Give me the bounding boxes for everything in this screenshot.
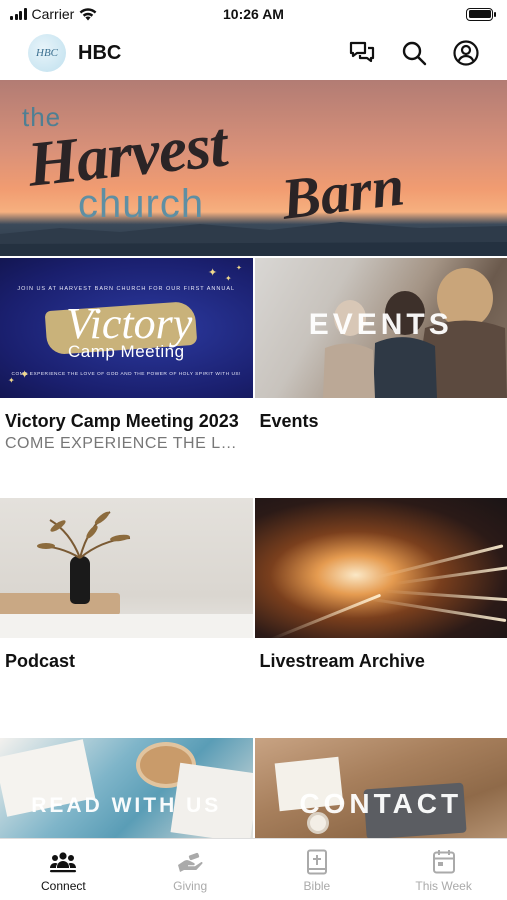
star-icon: ✦ bbox=[225, 274, 232, 283]
grid-row: JOIN US AT HARVEST BARN CHURCH FOR OUR F… bbox=[0, 258, 507, 498]
tile-title: Events bbox=[259, 411, 319, 431]
app-header: HBC HBC bbox=[0, 28, 507, 78]
status-bar: Carrier 10:26 AM bbox=[0, 0, 507, 28]
search-icon[interactable] bbox=[399, 38, 429, 68]
mountain-silhouette bbox=[0, 222, 507, 256]
light-streak bbox=[365, 596, 506, 623]
wifi-icon bbox=[79, 7, 97, 20]
star-icon: ✦ bbox=[20, 369, 30, 381]
tile-title: Victory Camp Meeting 2023 bbox=[5, 411, 239, 431]
calendar-icon bbox=[432, 850, 455, 874]
battery-icon bbox=[466, 7, 496, 21]
read-with-us-overlay-text: READ WITH US bbox=[31, 794, 222, 817]
wooden-shelf bbox=[0, 593, 120, 615]
bible-icon bbox=[306, 849, 327, 875]
table-surface bbox=[0, 614, 253, 638]
flyer-top-text: JOIN US AT HARVEST BARN CHURCH FOR OUR F… bbox=[17, 286, 236, 292]
app-title: HBC bbox=[78, 41, 122, 64]
plant-leaves bbox=[37, 511, 131, 559]
events-image: EVENTS bbox=[254, 258, 507, 398]
tab-label: Giving bbox=[173, 879, 208, 893]
light-streak bbox=[376, 544, 503, 579]
tile-contact[interactable]: CONTACT bbox=[254, 738, 507, 842]
signal-icon bbox=[10, 8, 27, 20]
tile-title: Podcast bbox=[5, 651, 76, 671]
events-overlay-text: EVENTS bbox=[308, 308, 453, 341]
star-icon: ✦ bbox=[8, 376, 15, 385]
grid-row: READ WITH US CONTACT bbox=[0, 738, 507, 842]
tab-this-week[interactable]: This Week bbox=[380, 839, 507, 900]
tile-title: Livestream Archive bbox=[259, 651, 425, 671]
tab-label: This Week bbox=[415, 879, 472, 893]
tile-read-with-us[interactable]: READ WITH US bbox=[0, 738, 253, 842]
church-banner: the Harvest church Barn bbox=[0, 80, 507, 256]
tile-subtitle: COME EXPERIENCE THE LOV... bbox=[5, 435, 253, 452]
light-streak bbox=[384, 589, 507, 602]
giving-hand-icon bbox=[178, 852, 203, 872]
contact-image: CONTACT bbox=[254, 738, 507, 842]
tab-giving[interactable]: Giving bbox=[127, 839, 254, 900]
content-grid: JOIN US AT HARVEST BARN CHURCH FOR OUR F… bbox=[0, 258, 507, 842]
bottom-tab-bar: Connect Giving Bible This Week bbox=[0, 838, 507, 900]
grid-row: Podcast Livestream Archive bbox=[0, 498, 507, 738]
church-logo[interactable]: HBC bbox=[28, 34, 66, 72]
tab-label: Bible bbox=[303, 879, 331, 893]
logo-text: HBC bbox=[36, 47, 58, 59]
tile-podcast[interactable]: Podcast bbox=[0, 498, 253, 738]
account-icon[interactable] bbox=[451, 38, 481, 68]
header-actions bbox=[347, 38, 481, 68]
tile-events[interactable]: EVENTS Events bbox=[254, 258, 507, 498]
messages-icon[interactable] bbox=[347, 38, 377, 68]
star-icon: ✦ bbox=[236, 265, 242, 272]
banner-church-text: church bbox=[78, 182, 205, 226]
tab-connect[interactable]: Connect bbox=[0, 839, 127, 900]
contact-overlay-text: CONTACT bbox=[299, 788, 463, 819]
carrier-label: Carrier bbox=[31, 6, 75, 22]
flyer-heading: Camp Meeting bbox=[67, 342, 185, 361]
read-with-us-image: READ WITH US bbox=[0, 738, 253, 842]
tab-bible[interactable]: Bible bbox=[254, 839, 381, 900]
status-left: Carrier bbox=[10, 6, 97, 22]
podcast-image bbox=[0, 498, 253, 638]
flyer-bottom-text: COME EXPERIENCE THE LOVE OF GOD AND THE … bbox=[11, 372, 241, 377]
livestream-image bbox=[254, 498, 507, 638]
tab-label: Connect bbox=[41, 879, 86, 893]
tile-livestream-archive[interactable]: Livestream Archive bbox=[254, 498, 507, 738]
star-icon: ✦ bbox=[208, 267, 218, 279]
light-streak bbox=[268, 593, 381, 638]
victory-camp-image: JOIN US AT HARVEST BARN CHURCH FOR OUR F… bbox=[0, 258, 253, 398]
people-icon bbox=[50, 852, 77, 873]
tile-victory-camp-meeting[interactable]: JOIN US AT HARVEST BARN CHURCH FOR OUR F… bbox=[0, 258, 253, 498]
